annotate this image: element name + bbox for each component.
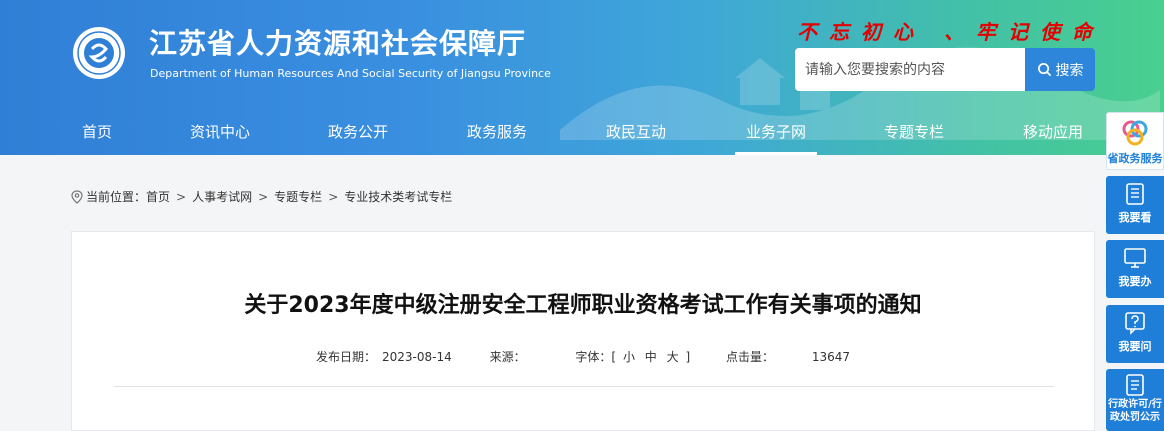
breadcrumb-prefix: 当前位置： xyxy=(86,190,147,204)
breadcrumb-exam-site[interactable]: 人事考试网 xyxy=(192,188,252,205)
publish-date-label: 发布日期： xyxy=(315,350,376,364)
hits-label: 点击量： xyxy=(725,350,774,364)
nav-item-home[interactable]: 首页 xyxy=(70,112,124,155)
sidebar-label: 行政许可/行政处罚公示 xyxy=(1108,399,1162,423)
font-size-label: 字体：[ xyxy=(575,350,617,364)
breadcrumb-topics[interactable]: 专题专栏 xyxy=(274,188,322,205)
monitor-icon xyxy=(1124,248,1146,268)
font-small-button[interactable]: 小 xyxy=(623,350,635,364)
site-subtitle: Department of Human Resources And Social… xyxy=(150,67,551,80)
sidebar-item-permits[interactable]: 行政许可/行政处罚公示 xyxy=(1106,369,1164,431)
sidebar-label: 我要问 xyxy=(1118,340,1152,353)
sidebar-label: 我要看 xyxy=(1118,211,1152,224)
breadcrumb-home[interactable]: 首页 xyxy=(146,188,170,205)
nav-item-interaction[interactable]: 政民互动 xyxy=(596,112,676,155)
font-medium-button[interactable]: 中 xyxy=(645,350,657,364)
nav-item-gov-service[interactable]: 政务服务 xyxy=(457,112,537,155)
nav-item-mobile[interactable]: 移动应用 xyxy=(1013,112,1093,155)
book-icon xyxy=(1126,183,1144,205)
sidebar-item-handle[interactable]: 我要办 xyxy=(1106,240,1164,298)
document-icon xyxy=(1126,374,1144,396)
font-large-button[interactable]: 大 xyxy=(667,350,679,364)
sidebar-label: 我要办 xyxy=(1118,275,1152,288)
question-icon xyxy=(1125,312,1145,335)
sidebar-item-view[interactable]: 我要看 xyxy=(1106,176,1164,234)
nav-item-topics[interactable]: 专题专栏 xyxy=(874,112,954,155)
search-input[interactable] xyxy=(795,48,1025,91)
breadcrumb-separator: > xyxy=(258,189,269,204)
sidebar-item-ask[interactable]: 我要问 xyxy=(1106,305,1164,363)
article-meta: 发布日期： 2023-08-14 来源： 字体：[ 小 中 大 ] 点击量： 13… xyxy=(72,348,1094,365)
slogan: 不忘初心 、牢记使命 xyxy=(797,20,1104,44)
font-size-close: ] xyxy=(685,350,691,364)
breadcrumb-separator: > xyxy=(176,189,187,204)
site-title: 江苏省人力资源和社会保障厅 xyxy=(149,27,527,60)
gov-service-logo-icon xyxy=(1122,120,1148,146)
ministry-logo-icon xyxy=(73,27,125,79)
breadcrumb-prof-exam[interactable]: 专业技术类考试专栏 xyxy=(344,188,452,205)
publish-date: 2023-08-14 xyxy=(382,350,452,364)
main-nav: 首页 资讯中心 政务公开 政务服务 政民互动 业务子网 专题专栏 移动应用 xyxy=(0,112,1164,155)
sidebar-item-gov-service[interactable]: 省政务服务 xyxy=(1106,112,1164,170)
source-label: 来源： xyxy=(489,350,526,364)
search-icon xyxy=(1037,63,1051,77)
site-header: 江苏省人力资源和社会保障厅 Department of Human Resour… xyxy=(0,0,1164,155)
divider xyxy=(114,386,1054,387)
search-button-label: 搜索 xyxy=(1055,62,1084,79)
sidebar-label: 省政务服务 xyxy=(1107,152,1163,165)
article-panel: 关于2023年度中级注册安全工程师职业资格考试工作有关事项的通知 发布日期： 20… xyxy=(71,231,1095,431)
hits-count: 13647 xyxy=(811,350,851,364)
breadcrumb: 当前位置： 首页 > 人事考试网 > 专题专栏 > 专业技术类考试专栏 xyxy=(71,188,452,205)
location-pin-icon xyxy=(71,189,83,204)
breadcrumb-separator: > xyxy=(328,189,339,204)
nav-item-business-subnet[interactable]: 业务子网 xyxy=(735,112,817,155)
nav-item-gov-info[interactable]: 政务公开 xyxy=(318,112,398,155)
article-title: 关于2023年度中级注册安全工程师职业资格考试工作有关事项的通知 xyxy=(244,293,922,318)
nav-item-news[interactable]: 资讯中心 xyxy=(180,112,260,155)
search-button[interactable]: 搜索 xyxy=(1025,48,1095,91)
